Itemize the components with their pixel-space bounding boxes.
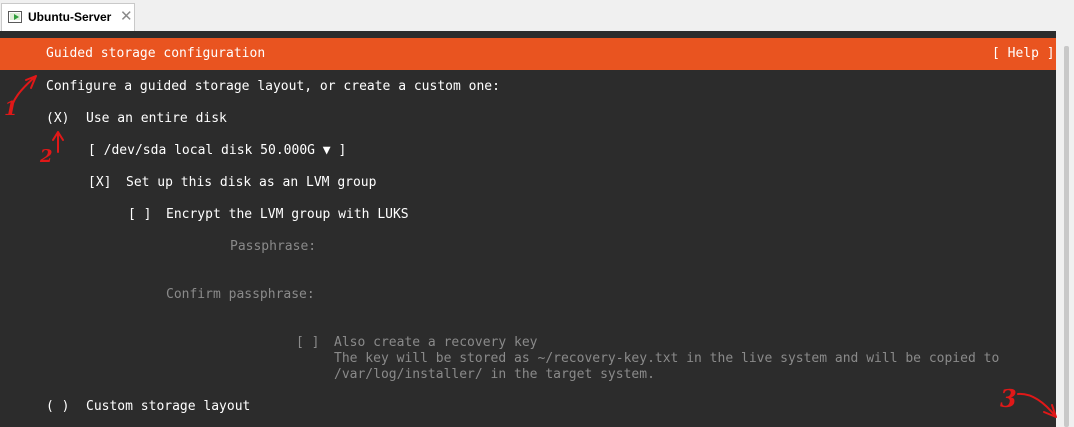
page-title: Guided storage configuration [46, 46, 266, 61]
lvm-label[interactable]: Set up this disk as an LVM group [126, 175, 376, 191]
disk-select[interactable]: [ /dev/sda local disk 50.000G ▼ ] [88, 143, 346, 159]
encrypt-label[interactable]: Encrypt the LVM group with LUKS [166, 207, 409, 223]
entire-disk-label[interactable]: Use an entire disk [86, 111, 227, 127]
recovery-description-2: /var/log/installer/ in the target system… [334, 367, 655, 382]
intro-text: Configure a guided storage layout, or cr… [46, 79, 500, 94]
lvm-checkbox[interactable]: [X] [88, 175, 111, 191]
recovery-checkbox[interactable]: [ ] [296, 335, 319, 351]
passphrase-label: Passphrase: [230, 239, 317, 254]
help-button[interactable]: [ Help ] [992, 46, 1055, 62]
scrollbar-thumb[interactable] [1064, 46, 1069, 427]
custom-layout-label[interactable]: Custom storage layout [86, 399, 250, 415]
annotation-label-3: 3 [1000, 384, 1017, 413]
vm-tab-bar: Ubuntu-Server ✕ [0, 0, 1074, 32]
confirm-passphrase-label: Confirm passphrase: [166, 287, 315, 302]
recovery-description-1: The key will be stored as ~/recovery-key… [334, 351, 1000, 366]
virtualbox-vm-icon [8, 11, 22, 23]
installer-screen: Guided storage configuration [ Help ] Co… [0, 31, 1056, 427]
tab-title: Ubuntu-Server [28, 10, 112, 24]
annotation-label-1: 1 [4, 96, 18, 120]
custom-layout-radio[interactable]: ( ) [46, 399, 69, 415]
recovery-label[interactable]: Also create a recovery key [334, 335, 538, 351]
entire-disk-radio[interactable]: (X) [46, 111, 69, 127]
annotation-label-2: 2 [40, 146, 53, 167]
installer-header: Guided storage configuration [ Help ] [0, 38, 1056, 70]
close-icon[interactable]: ✕ [120, 7, 133, 25]
vm-tab-ubuntu-server[interactable]: Ubuntu-Server ✕ [1, 3, 135, 31]
encrypt-checkbox[interactable]: [ ] [128, 207, 151, 223]
